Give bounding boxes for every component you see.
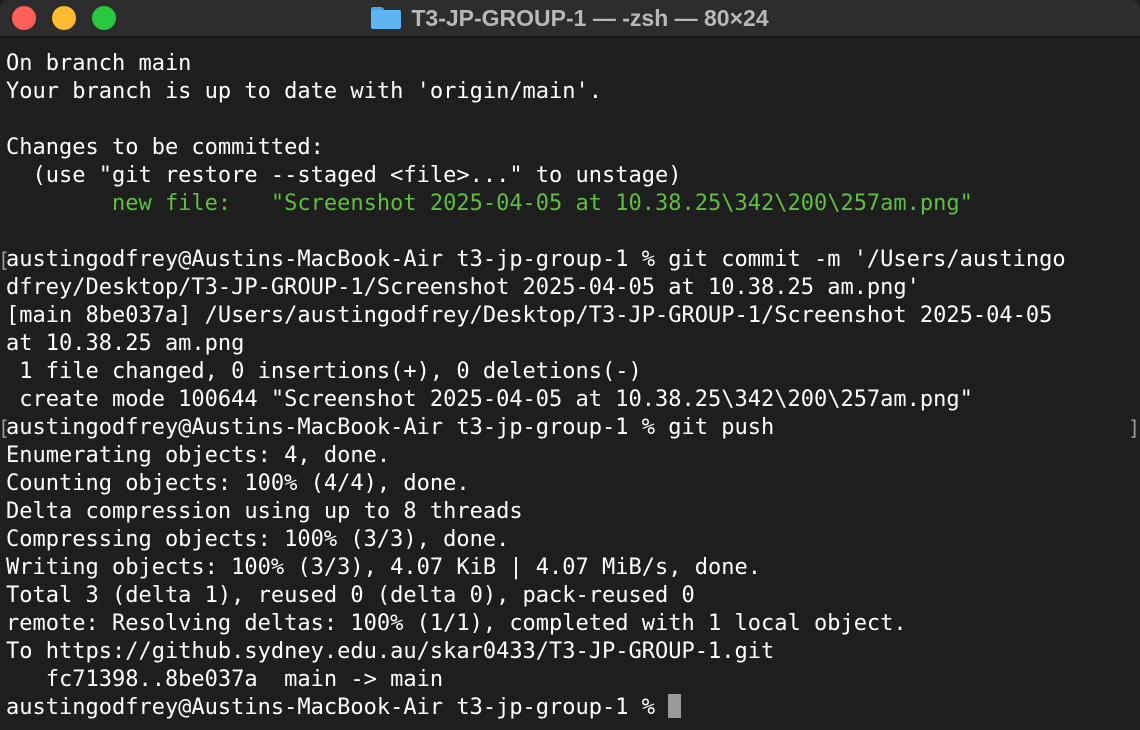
folder-icon <box>371 7 402 29</box>
mark-bracket-icon: ] <box>1128 416 1140 440</box>
terminal-line: Counting objects: 100% (4/4), done. <box>6 471 470 496</box>
terminal-line: austingodfrey@Austins-MacBook-Air t3-jp-… <box>6 415 775 440</box>
terminal-output[interactable]: On branch main Your branch is up to date … <box>6 50 1134 722</box>
terminal-line: Delta compression using up to 8 threads <box>6 499 523 524</box>
terminal-line: remote: Resolving deltas: 100% (1/1), co… <box>6 611 907 636</box>
window-title-area: T3-JP-GROUP-1 — -zsh — 80×24 <box>0 0 1140 36</box>
terminal-line: create mode 100644 "Screenshot 2025-04-0… <box>6 387 973 412</box>
terminal-line: To https://github.sydney.edu.au/skar0433… <box>6 639 775 664</box>
window-title: T3-JP-GROUP-1 — -zsh — 80×24 <box>411 4 769 31</box>
terminal-line: Enumerating objects: 4, done. <box>6 443 391 468</box>
terminal-line: Compressing objects: 100% (3/3), done. <box>6 527 510 552</box>
terminal-line: Writing objects: 100% (3/3), 4.07 KiB | … <box>6 555 761 580</box>
title-bar[interactable]: T3-JP-GROUP-1 — -zsh — 80×24 <box>0 0 1140 37</box>
terminal-line: austingodfrey@Austins-MacBook-Air t3-jp-… <box>6 247 1066 272</box>
terminal-window: T3-JP-GROUP-1 — -zsh — 80×24 On branch m… <box>0 0 1140 730</box>
terminal-line: dfrey/Desktop/T3-JP-GROUP-1/Screenshot 2… <box>6 275 920 300</box>
terminal-line: (use "git restore --staged <file>..." to… <box>6 163 682 188</box>
terminal-line: Changes to be committed: <box>6 135 324 160</box>
prompt-line[interactable]: austingodfrey@Austins-MacBook-Air t3-jp-… <box>6 694 1134 722</box>
terminal-line: fc71398..8be037a main -> main <box>6 667 444 692</box>
terminal-line: 1 file changed, 0 insertions(+), 0 delet… <box>6 359 642 384</box>
mark-bracket-icon: [ <box>0 416 10 440</box>
terminal-line: [main 8be037a] /Users/austingodfrey/Desk… <box>6 303 1053 328</box>
terminal-line: at 10.38.25 am.png <box>6 331 245 356</box>
terminal-line: Total 3 (delta 1), reused 0 (delta 0), p… <box>6 583 695 608</box>
text-cursor <box>668 694 682 718</box>
shell-prompt: austingodfrey@Austins-MacBook-Air t3-jp-… <box>6 695 669 720</box>
mark-bracket-icon: [ <box>0 248 10 272</box>
terminal-line: new file: "Screenshot 2025-04-05 at 10.3… <box>6 191 973 216</box>
terminal-line: Your branch is up to date with 'origin/m… <box>6 79 603 104</box>
terminal-line: On branch main <box>6 51 192 76</box>
